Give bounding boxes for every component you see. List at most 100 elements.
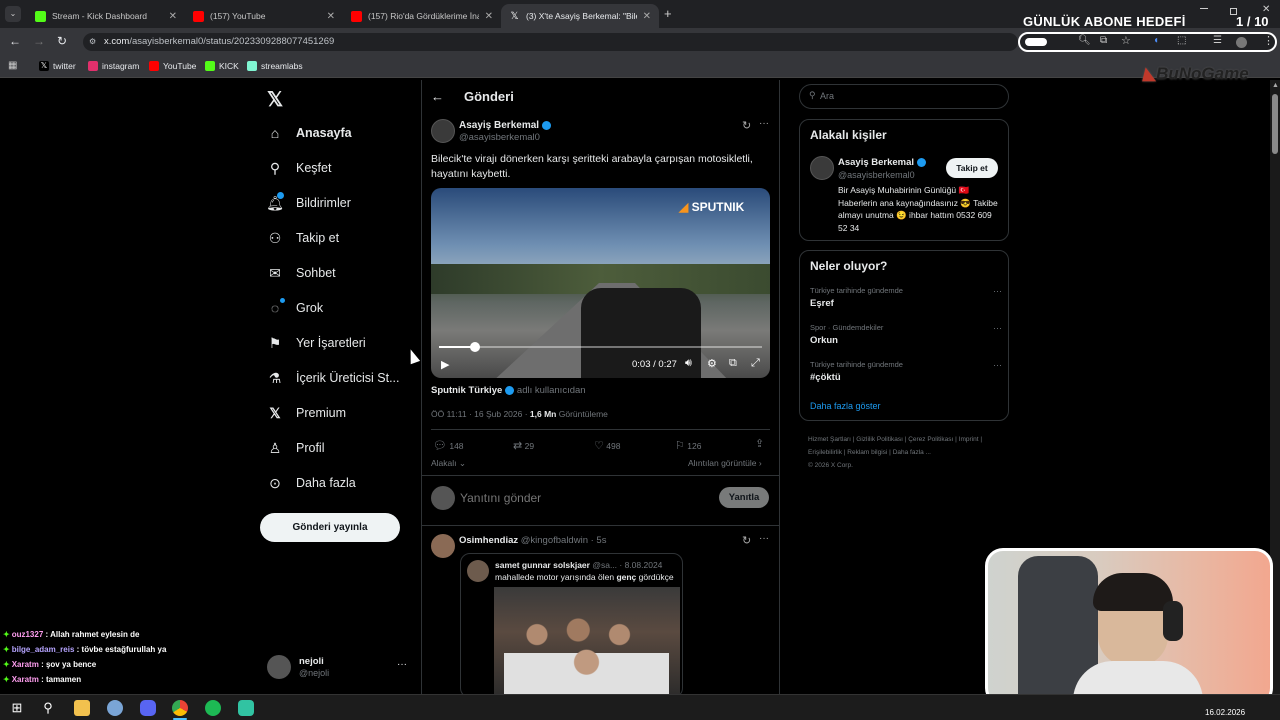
footer-link[interactable]: Çerez Politikası	[908, 436, 953, 443]
grok-icon[interactable]: ↻	[742, 534, 751, 547]
nav-premium[interactable]: 𝕏 Premium	[267, 405, 346, 421]
maximize-icon[interactable]	[1230, 8, 1237, 15]
bookmark-action[interactable]: ⚐ 126	[675, 439, 701, 452]
bookmark-streamlabs[interactable]: streamlabs	[247, 61, 303, 71]
author-name[interactable]: Asayiş Berkemal	[459, 120, 552, 131]
quotes-link[interactable]: Alıntılan görüntüle ›	[688, 458, 762, 468]
nav-bookmarks[interactable]: ⚑ Yer İşaretleri	[267, 335, 366, 351]
footer-link[interactable]: Reklam bilgisi	[847, 449, 887, 456]
trend-item[interactable]: Spor · Gündemdekiler Orkun ···	[810, 323, 1002, 353]
reload-icon[interactable]: ↻	[57, 34, 67, 48]
footer-link[interactable]: Daha fazla ...	[893, 449, 931, 456]
tab-x-post[interactable]: 𝕏 (3) X'te Asayiş Berkemal: "Bilecik ✕	[501, 4, 659, 28]
close-icon[interactable]: ✕	[169, 11, 177, 22]
quoted-tweet[interactable]: samet gunnar solskjaer @sa... · 8.08.202…	[460, 553, 683, 698]
nav-grok[interactable]: ◌ Grok	[267, 300, 323, 316]
bookmark-kick[interactable]: KICK	[205, 61, 239, 71]
search-box[interactable]: ⚲ Ara	[799, 84, 1009, 109]
file-explorer-icon[interactable]	[74, 700, 90, 716]
nav-explore[interactable]: ⚲ Keşfet	[267, 160, 332, 176]
puzzle-icon[interactable]: ⬚	[1177, 35, 1186, 46]
footer-link[interactable]: Imprint	[959, 436, 979, 443]
follow-button[interactable]: Takip et	[946, 158, 998, 178]
footer-link[interactable]: Hizmet Şartları	[808, 436, 851, 443]
quoted-image[interactable]	[494, 587, 680, 697]
author-handle[interactable]: @asayisberkemal0	[459, 132, 540, 143]
app-icon[interactable]	[107, 700, 123, 716]
zoom-icon[interactable]: 🔍︎	[1078, 35, 1091, 46]
avatar[interactable]	[431, 119, 455, 143]
more-icon[interactable]: ···	[993, 360, 1002, 370]
nav-more[interactable]: ⊙ Daha fazla	[267, 475, 356, 491]
scroll-up-icon[interactable]: ▲	[1272, 82, 1279, 89]
menu-icon[interactable]: ⋮	[1263, 34, 1274, 47]
tab-search-button[interactable]: ⌄	[5, 6, 21, 22]
related-name[interactable]: Asayiş Berkemal	[838, 157, 927, 168]
more-icon[interactable]: ···	[759, 118, 769, 129]
avatar[interactable]	[810, 156, 834, 180]
nav-profile[interactable]: ♙ Profil	[267, 440, 325, 456]
nav-home[interactable]: ⌂ Anasayfa	[267, 125, 352, 141]
reply-input[interactable]	[460, 488, 700, 508]
minimize-icon[interactable]	[1200, 8, 1208, 9]
footer-link[interactable]: Erişilebilirlik	[808, 449, 842, 456]
more-icon[interactable]: ···	[397, 659, 407, 670]
new-tab-button[interactable]: +	[664, 6, 672, 21]
address-bar[interactable]: ⚙ x.com/asayisberkemal0/status/202330928…	[83, 33, 1018, 51]
window-close-icon[interactable]: ✕	[1262, 4, 1270, 15]
spotify-icon[interactable]	[205, 700, 221, 716]
sort-dropdown[interactable]: Alakalı ⌄	[431, 458, 466, 469]
pip-icon[interactable]: ⧉	[729, 357, 737, 370]
play-icon[interactable]: ▶	[441, 358, 449, 371]
like-action[interactable]: ♡ 498	[594, 439, 620, 452]
close-icon[interactable]: ✕	[327, 11, 335, 22]
scrollbar-thumb[interactable]	[1272, 94, 1278, 154]
volume-icon[interactable]: 🔊︎	[685, 357, 692, 370]
tab-youtube[interactable]: (157) YouTube ✕	[185, 4, 343, 28]
video-player[interactable]: ◢ SPUTNIK ▶ 0:03 / 0:27 🔊︎ ⚙ ⧉ ⤢	[431, 188, 770, 378]
settings-icon[interactable]: ⚙	[707, 357, 717, 370]
video-source[interactable]: Sputnik Türkiye adlı kullanıcıdan	[431, 385, 586, 396]
reply-button[interactable]: Yanıtla	[719, 487, 769, 508]
show-more-link[interactable]: Daha fazla göster	[810, 401, 881, 411]
video-progress-track[interactable]	[439, 346, 762, 348]
extension-icon[interactable]: ◖	[1153, 35, 1159, 46]
apps-icon[interactable]: ▦	[8, 60, 17, 71]
tab-youtube-video[interactable]: (157) Rio'da Gördüklerime İnan ✕	[343, 4, 501, 28]
grok-icon[interactable]: ↻	[742, 119, 751, 132]
video-progress-handle[interactable]	[470, 342, 480, 352]
nav-chat[interactable]: ✉ Sohbet	[267, 265, 336, 281]
trend-item[interactable]: Türkiye tarihinde gündemde #çöktü ···	[810, 360, 1002, 390]
chrome-icon[interactable]	[172, 700, 188, 716]
post-button[interactable]: Gönderi yayınla	[260, 513, 400, 542]
more-icon[interactable]: ···	[759, 533, 769, 544]
toggle-pill[interactable]	[1025, 38, 1047, 46]
forward-icon[interactable]: →	[33, 34, 45, 48]
windows-start-icon[interactable]: ⊞	[9, 700, 25, 716]
bookmark-youtube[interactable]: YouTube	[149, 61, 196, 71]
x-logo-icon[interactable]: 𝕏	[267, 87, 283, 112]
bookmark-instagram[interactable]: instagram	[88, 61, 139, 71]
site-info-icon[interactable]: ⚙	[89, 33, 96, 51]
avatar[interactable]	[431, 534, 455, 558]
back-icon[interactable]: ←	[9, 34, 21, 48]
discord-icon[interactable]	[140, 700, 156, 716]
bookmark-twitter[interactable]: 𝕏twitter	[39, 61, 76, 71]
nav-creator-studio[interactable]: ⚗ İçerik Üreticisi St...	[267, 370, 400, 386]
more-icon[interactable]: ···	[993, 286, 1002, 296]
nav-follow[interactable]: ⚇ Takip et	[267, 230, 339, 246]
close-icon[interactable]: ✕	[485, 11, 493, 22]
account-switcher[interactable]: nejoli @nejoli ···	[267, 655, 412, 681]
footer-link[interactable]: Gizlilik Politikası	[856, 436, 903, 443]
trend-item[interactable]: Türkiye tarihinde gündemde Eşref ···	[810, 286, 1002, 316]
install-icon[interactable]: ⧉	[1100, 35, 1107, 46]
repost-action[interactable]: ⇄ 29	[513, 439, 534, 452]
star-icon[interactable]: ☆	[1121, 34, 1131, 47]
reading-list-icon[interactable]: ☰	[1213, 35, 1222, 46]
streamlabs-icon[interactable]	[238, 700, 254, 716]
close-icon[interactable]: ✕	[643, 11, 651, 22]
fullscreen-icon[interactable]: ⤢	[751, 357, 760, 370]
more-icon[interactable]: ···	[993, 323, 1002, 333]
back-arrow-icon[interactable]: ←	[431, 89, 444, 104]
search-icon[interactable]: ⚲	[40, 700, 56, 716]
